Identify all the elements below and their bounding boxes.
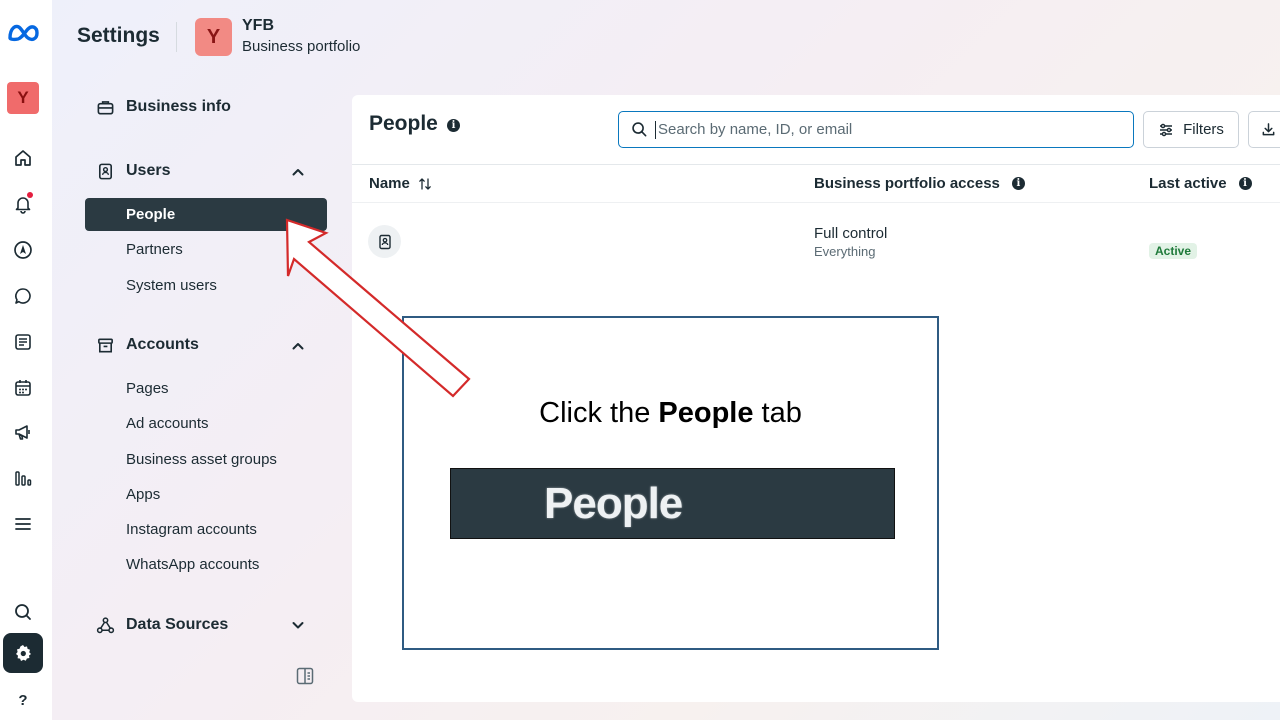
sidebar-item-label: Pages	[126, 380, 169, 397]
content-icon[interactable]	[12, 331, 34, 353]
access-detail: Everything	[814, 244, 876, 259]
info-icon[interactable]: i	[447, 119, 460, 132]
filters-icon	[1160, 123, 1173, 136]
sidebar-section-users[interactable]: Users	[98, 162, 171, 180]
sidebar-item-label: Business asset groups	[126, 451, 277, 468]
sidebar-item-pages[interactable]: Pages	[126, 380, 169, 397]
business-subtitle: Business portfolio	[242, 38, 361, 55]
text-caret	[655, 121, 656, 139]
id-badge-icon	[378, 234, 391, 249]
access-level: Full control	[814, 225, 888, 242]
sidebar-item-apps[interactable]: Apps	[126, 486, 160, 503]
download-icon	[1262, 123, 1275, 136]
archive-icon	[95, 335, 115, 355]
status-badge: Active	[1149, 243, 1198, 259]
sidebar-section-label: Accounts	[126, 336, 199, 353]
sidebar-item-business-info[interactable]: Business info	[97, 98, 231, 116]
column-header-last-active[interactable]: Last active i	[1149, 175, 1252, 192]
column-header-label: Last active	[1149, 175, 1227, 192]
user-avatar[interactable]	[368, 225, 401, 258]
chevron-up-icon[interactable]	[291, 165, 305, 179]
callout-text-emphasis: People	[658, 397, 754, 429]
callout-preview-label: People	[544, 479, 683, 528]
chat-icon[interactable]	[12, 285, 34, 307]
header-divider	[176, 22, 177, 52]
sidebar-item-label: Ad accounts	[126, 415, 209, 432]
compass-icon[interactable]	[12, 239, 34, 261]
page-title: Settings	[77, 24, 160, 47]
info-icon[interactable]: i	[1238, 177, 1252, 190]
briefcase-icon	[95, 97, 115, 117]
sidebar-item-business-asset-groups[interactable]: Business asset groups	[126, 451, 277, 468]
divider	[352, 202, 1280, 203]
panel-title: People	[369, 112, 438, 135]
chevron-up-icon[interactable]	[291, 339, 305, 353]
sidebar-item-label: Business info	[126, 98, 231, 115]
calendar-icon[interactable]	[12, 377, 34, 399]
data-sources-icon	[95, 615, 115, 635]
business-name[interactable]: YFB	[242, 17, 274, 35]
id-badge-icon	[95, 161, 115, 181]
chart-icon[interactable]	[12, 467, 34, 489]
menu-icon[interactable]	[12, 513, 34, 535]
bell-icon[interactable]	[12, 192, 34, 215]
callout-preview-image: People	[450, 468, 895, 539]
search-input[interactable]	[658, 121, 1118, 138]
business-avatar[interactable]: Y	[7, 82, 39, 114]
callout-text-prefix: Click the	[539, 397, 659, 429]
callout-text-suffix: tab	[753, 397, 802, 429]
sort-icon[interactable]	[418, 177, 432, 191]
sidebar-item-label: Instagram accounts	[126, 521, 257, 538]
download-button[interactable]	[1248, 111, 1280, 148]
chevron-down-icon[interactable]	[291, 618, 305, 632]
sidebar-section-label: Users	[126, 162, 171, 179]
help-icon[interactable]: ?	[10, 687, 36, 713]
settings-button[interactable]	[3, 633, 43, 673]
collapse-sidebar-icon[interactable]	[295, 666, 315, 686]
filters-label: Filters	[1183, 121, 1224, 138]
sidebar-section-data-sources[interactable]: Data Sources	[96, 616, 229, 634]
search-bar[interactable]	[618, 111, 1134, 148]
notification-dot	[27, 192, 33, 198]
divider	[352, 164, 1280, 165]
search-icon[interactable]	[12, 601, 34, 623]
sidebar-item-whatsapp-accounts[interactable]: WhatsApp accounts	[126, 556, 259, 573]
sidebar-item-ad-accounts[interactable]: Ad accounts	[126, 415, 209, 432]
megaphone-icon[interactable]	[12, 421, 34, 443]
callout-instruction: Click the People tab	[404, 397, 937, 430]
column-header-label: Name	[369, 175, 410, 192]
sidebar-item-label: Partners	[126, 241, 183, 258]
info-icon[interactable]: i	[1011, 177, 1025, 190]
home-icon[interactable]	[12, 147, 34, 169]
icon-rail: Y ?	[0, 0, 52, 720]
sidebar-section-label: Data Sources	[126, 616, 229, 633]
sidebar-item-label: WhatsApp accounts	[126, 556, 260, 573]
sidebar-item-partners[interactable]: Partners	[126, 241, 183, 258]
gear-icon	[16, 645, 31, 661]
business-portfolio-avatar[interactable]: Y	[195, 18, 232, 56]
sidebar-item-label: Apps	[126, 486, 161, 503]
sidebar-item-system-users[interactable]: System users	[126, 277, 217, 294]
filters-button[interactable]: Filters	[1143, 111, 1239, 148]
sidebar-item-people[interactable]: People	[85, 198, 327, 231]
column-header-name[interactable]: Name	[369, 175, 432, 192]
meta-logo-icon[interactable]	[6, 18, 42, 48]
column-header-access[interactable]: Business portfolio access i	[814, 175, 1025, 192]
column-header-label: Business portfolio access	[814, 175, 1000, 192]
search-icon	[632, 122, 647, 137]
sidebar-item-label: System users	[126, 277, 217, 294]
sidebar-section-accounts[interactable]: Accounts	[97, 336, 199, 354]
sidebar-item-label: People	[126, 206, 176, 223]
sidebar-item-instagram-accounts[interactable]: Instagram accounts	[126, 521, 257, 538]
tutorial-callout: Click the People tab People	[402, 316, 939, 650]
